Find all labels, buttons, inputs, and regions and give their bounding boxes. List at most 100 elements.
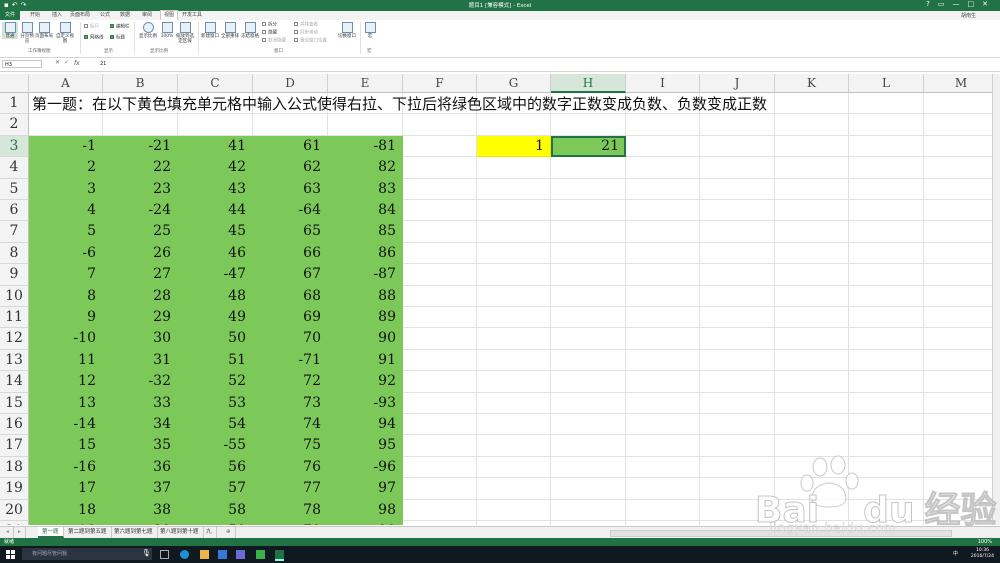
cell-g21[interactable] xyxy=(477,521,551,525)
mail-icon[interactable] xyxy=(236,550,245,559)
cell-c2[interactable] xyxy=(178,114,253,136)
cell-f19[interactable] xyxy=(403,478,477,500)
cell-i17[interactable] xyxy=(626,435,700,457)
cell-m17[interactable] xyxy=(924,435,997,457)
cell-h7[interactable] xyxy=(551,221,626,243)
cell-a6[interactable]: 4 xyxy=(29,200,103,222)
cell-a13[interactable]: 11 xyxy=(29,349,103,372)
cell-j4[interactable] xyxy=(700,157,775,179)
cell-e19[interactable]: 97 xyxy=(328,478,403,500)
close-icon[interactable]: ✕ xyxy=(982,0,996,8)
cell-f5[interactable] xyxy=(403,178,477,200)
cell-b14[interactable]: -32 xyxy=(103,371,178,393)
cell-f16[interactable] xyxy=(403,414,477,436)
cell-j9[interactable] xyxy=(700,264,775,286)
cell-k16[interactable] xyxy=(775,414,849,436)
cell-a10[interactable]: 8 xyxy=(29,285,103,307)
cell-i15[interactable] xyxy=(626,392,700,414)
cell-a20[interactable]: 18 xyxy=(29,499,103,521)
column-header-d[interactable]: D xyxy=(253,74,328,93)
cancel-icon[interactable]: ✕ xyxy=(55,59,60,66)
cell-h2[interactable] xyxy=(551,114,626,136)
column-header-i[interactable]: I xyxy=(626,74,700,93)
cell-b8[interactable]: 26 xyxy=(103,242,178,265)
cell-b5[interactable]: 23 xyxy=(103,178,178,200)
cell-g8[interactable] xyxy=(477,242,551,265)
cell-m10[interactable] xyxy=(924,286,997,307)
cell-h9[interactable] xyxy=(551,264,626,286)
tab-file[interactable]: 文件 xyxy=(0,11,21,20)
cell-i6[interactable] xyxy=(626,200,700,222)
cell-i19[interactable] xyxy=(626,478,700,500)
cell-c8[interactable]: 46 xyxy=(178,242,253,265)
cell-i21[interactable] xyxy=(626,521,700,525)
cell-d5[interactable]: 63 xyxy=(253,178,328,200)
cell-j2[interactable] xyxy=(700,114,775,136)
cell-i16[interactable] xyxy=(626,414,700,436)
cell-f10[interactable] xyxy=(403,285,477,307)
maximize-icon[interactable]: □ xyxy=(968,0,983,8)
freeze-panes-button[interactable]: 冻结窗格 xyxy=(240,22,260,39)
cell-c19[interactable]: 57 xyxy=(178,478,253,500)
cell-i5[interactable] xyxy=(626,178,700,200)
cell-f2[interactable] xyxy=(403,114,477,136)
zoom-button[interactable]: 显示比例 xyxy=(138,22,158,39)
cell-k1[interactable] xyxy=(775,93,849,115)
cell-i12[interactable] xyxy=(626,328,700,350)
help-icon[interactable]: ? xyxy=(926,0,938,8)
cell-c14[interactable]: 52 xyxy=(178,371,253,393)
sheet-tab-3[interactable]: 第六题到第七题 xyxy=(110,527,158,538)
cell-c21[interactable]: 59 xyxy=(178,521,253,525)
start-icon[interactable] xyxy=(6,550,15,559)
cell-l2[interactable] xyxy=(849,114,924,136)
cell-a11[interactable]: 9 xyxy=(29,307,103,329)
cell-d2[interactable] xyxy=(253,114,328,136)
cell-e21[interactable]: 99 xyxy=(328,521,403,525)
row-header-5[interactable]: 5 xyxy=(0,178,29,200)
cell-h6[interactable] xyxy=(551,200,626,222)
column-header-f[interactable]: F xyxy=(403,74,477,93)
row-header-14[interactable]: 14 xyxy=(0,371,29,393)
cell-b17[interactable]: 35 xyxy=(103,435,178,457)
cell-m6[interactable] xyxy=(924,200,997,222)
cell-m1[interactable] xyxy=(924,93,997,115)
headings-checkbox[interactable]: 标题 xyxy=(110,35,125,42)
cell-c18[interactable]: 56 xyxy=(178,456,253,479)
cell-e14[interactable]: 92 xyxy=(328,371,403,393)
cell-g17[interactable] xyxy=(477,435,551,457)
file-explorer-icon[interactable] xyxy=(200,550,209,559)
cell-b16[interactable]: 34 xyxy=(103,414,178,436)
cell-f9[interactable] xyxy=(403,264,477,286)
tab-formulas[interactable]: 公式 xyxy=(100,11,110,20)
cell-i11[interactable] xyxy=(626,307,700,329)
cell-e4[interactable]: 82 xyxy=(328,157,403,179)
column-header-g[interactable]: G xyxy=(477,74,551,93)
cell-m9[interactable] xyxy=(924,264,997,286)
sheet-nav-next-icon[interactable]: ▸ xyxy=(14,527,26,538)
cell-a19[interactable]: 17 xyxy=(29,478,103,500)
cell-e17[interactable]: 95 xyxy=(328,435,403,457)
page-break-preview-button[interactable]: 分页预览 xyxy=(20,22,34,44)
cell-j15[interactable] xyxy=(700,392,775,414)
cell-d17[interactable]: 75 xyxy=(253,435,328,457)
row-header-8[interactable]: 8 xyxy=(0,242,29,265)
cell-d8[interactable]: 66 xyxy=(253,242,328,265)
row-header-18[interactable]: 18 xyxy=(0,456,29,479)
cell-g4[interactable] xyxy=(477,157,551,179)
cell-h14[interactable] xyxy=(551,371,626,393)
clock[interactable]: 10:36 2016/7/24 xyxy=(971,548,994,560)
cell-d16[interactable]: 74 xyxy=(253,414,328,436)
tab-home[interactable]: 开始 xyxy=(30,11,40,20)
cell-c6[interactable]: 44 xyxy=(178,200,253,222)
cell-f3[interactable] xyxy=(403,135,477,158)
arrange-all-button[interactable]: 全部重排 xyxy=(221,22,239,39)
add-sheet-icon[interactable]: ⊕ xyxy=(222,527,236,538)
cell-h11[interactable] xyxy=(551,307,626,329)
cell-a3[interactable]: -1 xyxy=(29,135,103,158)
cell-b2[interactable] xyxy=(103,114,178,136)
cell-g15[interactable] xyxy=(477,392,551,414)
cell-g6[interactable] xyxy=(477,200,551,222)
row-header-1[interactable]: 1 xyxy=(0,93,29,115)
cell-l11[interactable] xyxy=(849,307,924,329)
cell-e20[interactable]: 98 xyxy=(328,499,403,521)
